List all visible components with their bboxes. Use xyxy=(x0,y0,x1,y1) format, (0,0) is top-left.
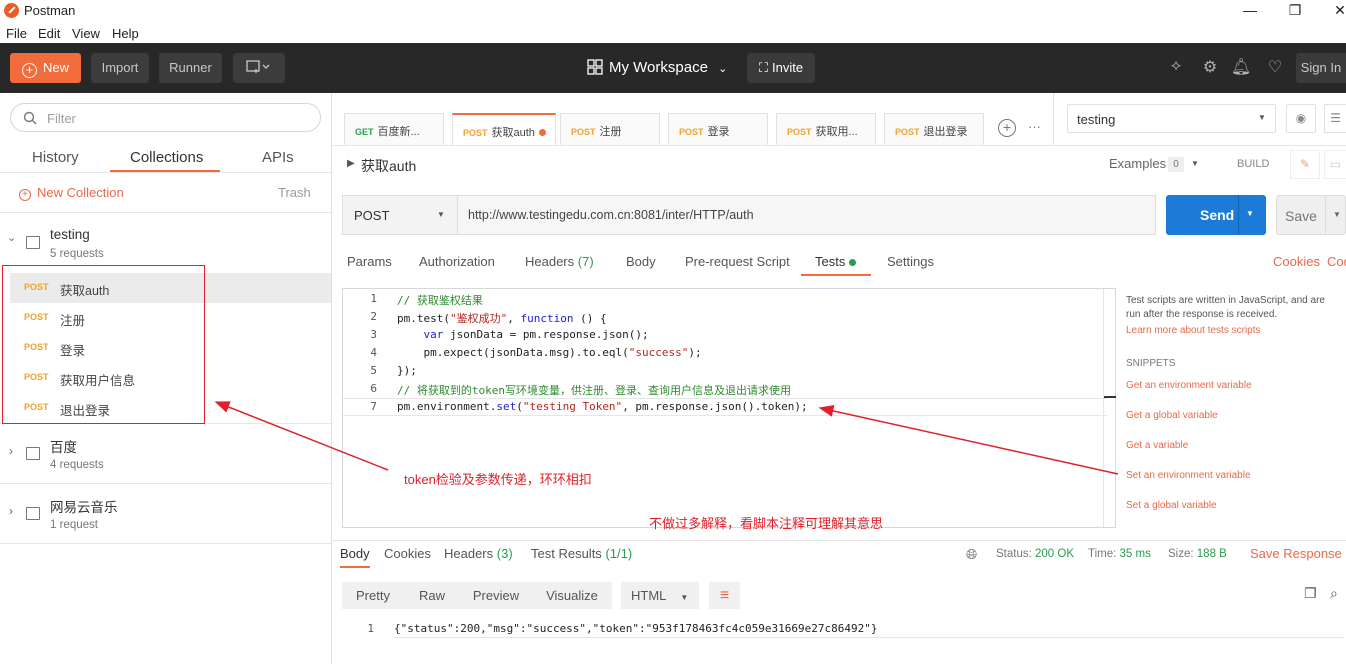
annotation-arrow xyxy=(818,405,1119,475)
status-value: 200 OK xyxy=(1035,548,1075,560)
caret-down-icon: ▼ xyxy=(680,593,689,602)
response-tab-tests[interactable]: Test Results (1/1) xyxy=(531,546,632,561)
line-number: 1 xyxy=(367,622,374,635)
annotation-arrow xyxy=(214,401,389,471)
save-response-button[interactable]: Save Response ▼ xyxy=(1250,546,1346,561)
save-response-label: Save Response xyxy=(1250,546,1342,561)
headers-count: (3) xyxy=(496,546,513,561)
view-visualize-button[interactable]: Visualize xyxy=(532,582,612,609)
tests-label: Test Results xyxy=(531,546,602,561)
tests-count: (1/1) xyxy=(605,546,633,561)
size-value: 188 B xyxy=(1196,548,1227,560)
response-body: {"status":200,"msg":"success","token":"9… xyxy=(394,622,878,635)
view-preview-button[interactable]: Preview xyxy=(460,582,532,609)
active-tab-indicator xyxy=(340,566,370,568)
status-info: Status: 200 OK xyxy=(996,548,1075,560)
format-value: HTML xyxy=(631,588,667,603)
globe-icon[interactable]: 🌐︎ xyxy=(966,546,977,563)
view-pretty-button[interactable]: Pretty xyxy=(342,582,404,609)
view-raw-button[interactable]: Raw xyxy=(404,582,460,609)
time-info: Time: 35 ms xyxy=(1088,548,1151,560)
time-value: 35 ms xyxy=(1119,548,1151,560)
headers-label: Headers xyxy=(444,546,494,561)
response-tab-headers[interactable]: Headers (3) xyxy=(444,546,513,561)
response-tab-cookies[interactable]: Cookies xyxy=(384,546,431,561)
size-info: Size: 188 B xyxy=(1168,548,1227,560)
wrap-lines-icon[interactable]: ≡ xyxy=(709,582,740,609)
annotation-arrows xyxy=(214,401,1119,475)
copy-icon[interactable]: ❐ xyxy=(1304,585,1317,602)
search-icon[interactable]: ⌕ xyxy=(1330,585,1338,602)
response-tab-body[interactable]: Body xyxy=(340,546,370,561)
format-select[interactable]: HTML ▼ xyxy=(621,582,699,609)
